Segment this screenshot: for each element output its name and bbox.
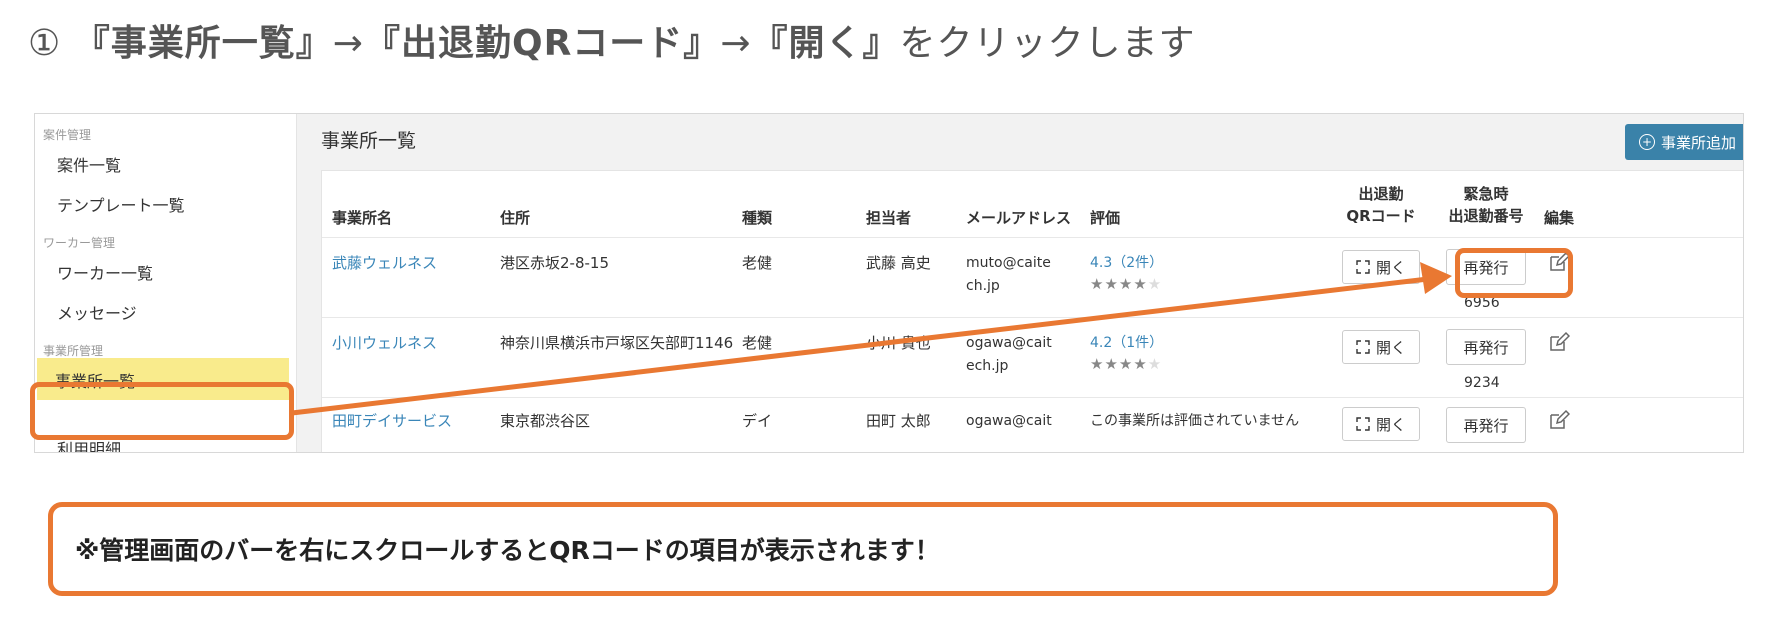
add-office-label: 事業所追加	[1661, 133, 1737, 152]
column-header-rating: 評価	[1090, 209, 1121, 227]
reissue-label: 再発行	[1463, 416, 1509, 435]
open-qr-label: 開く	[1375, 338, 1406, 357]
office-name-link[interactable]: 武藤ウェルネス	[332, 251, 437, 275]
open-qr-label: 開く	[1375, 415, 1406, 434]
instruction-heading: ① 『事業所一覧』→『出退勤QRコード』→『開く』をクリックします	[28, 14, 1196, 66]
quote-close: 』	[683, 23, 721, 64]
address-cell: 東京都渋谷区	[500, 412, 591, 430]
rating-stars: ★★★★★	[1090, 355, 1162, 373]
sidebar-item-project-list[interactable]: 案件一覧	[57, 152, 121, 176]
sidebar-item-template-list[interactable]: テンプレート一覧	[57, 192, 185, 216]
sidebar-section-projects: 案件管理	[43, 128, 92, 142]
row-divider	[322, 317, 1743, 318]
column-header-emergency-line1: 緊急時	[1463, 185, 1509, 203]
star-empty-icon: ★	[1147, 355, 1163, 373]
expand-icon	[1356, 340, 1370, 354]
open-qr-button[interactable]: 開く	[1342, 407, 1420, 441]
person-cell: 田町 太郎	[866, 412, 931, 430]
reissue-label: 再発行	[1463, 338, 1509, 357]
email-cell-line1: muto@caite	[966, 255, 1051, 271]
arrow-glyph: →	[720, 23, 752, 64]
sidebar-item-messages[interactable]: メッセージ	[57, 300, 137, 324]
email-cell-line1: ogawa@cait	[966, 335, 1052, 351]
open-qr-label: 開く	[1375, 258, 1406, 277]
star-icon: ★★★★	[1090, 275, 1148, 293]
column-header-qr-line2: QRコード	[1346, 207, 1416, 225]
step-target-qr-code: 出退勤QRコード	[400, 23, 684, 64]
quote-open: 『	[73, 23, 111, 64]
highlight-open-button	[1455, 248, 1573, 298]
emergency-number: 9234	[1464, 375, 1500, 391]
column-header-person: 担当者	[866, 209, 912, 227]
sidebar-item-worker-list[interactable]: ワーカー一覧	[57, 260, 153, 284]
column-header-email: メールアドレス	[966, 209, 1072, 227]
quote-open: 『	[363, 23, 401, 64]
office-name-link[interactable]: 田町デイサービス	[332, 409, 452, 433]
open-qr-button[interactable]: 開く	[1342, 250, 1420, 284]
column-header-qr-line1: 出退勤	[1358, 185, 1404, 203]
reissue-button[interactable]: 再発行	[1446, 407, 1526, 443]
expand-icon	[1356, 417, 1370, 431]
expand-icon	[1356, 260, 1370, 274]
sidebar-section-offices: 事業所管理	[43, 344, 104, 358]
email-cell-line1: ogawa@cait	[966, 413, 1052, 429]
column-header-emergency-line2: 出退勤番号	[1448, 207, 1524, 225]
star-empty-icon: ★	[1147, 275, 1163, 293]
person-cell: 小川 貴也	[866, 334, 931, 352]
row-divider	[322, 397, 1743, 398]
quote-close: 』	[862, 23, 900, 64]
type-cell: 老健	[742, 254, 773, 272]
step-target-office-list: 事業所一覧	[110, 23, 296, 64]
sidebar-section-workers: ワーカー管理	[43, 236, 116, 250]
instruction-suffix: をクリックします	[899, 23, 1196, 64]
rating-link[interactable]: 4.2（1件）	[1090, 331, 1163, 355]
rating-cell: この事業所は評価されていません	[1090, 413, 1300, 429]
edit-icon[interactable]	[1548, 331, 1570, 353]
column-header-type: 種類	[742, 209, 773, 227]
star-icon: ★★★★	[1090, 355, 1148, 373]
column-header-name: 事業所名	[332, 209, 393, 227]
office-table: 事業所名 住所 種類 担当者 メールアドレス 評価 出退勤 QRコード 緊急時 …	[321, 170, 1743, 452]
arrow-glyph: →	[332, 23, 364, 64]
highlight-office-list	[30, 382, 294, 440]
row-divider	[322, 237, 1743, 238]
address-cell: 港区赤坂2-8-15	[500, 254, 609, 272]
plus-circle-icon: +	[1639, 134, 1655, 150]
add-office-button[interactable]: + 事業所追加	[1625, 124, 1743, 160]
type-cell: デイ	[742, 412, 773, 430]
type-cell: 老健	[742, 334, 773, 352]
rating-stars: ★★★★★	[1090, 275, 1162, 293]
page-title: 事業所一覧	[321, 130, 417, 152]
step-number: ①	[28, 23, 62, 64]
open-qr-button[interactable]: 開く	[1342, 330, 1420, 364]
column-header-emergency: 緊急時 出退勤番号	[1438, 183, 1534, 227]
address-cell: 神奈川県横浜市戸塚区矢部町1146	[500, 334, 734, 352]
edit-icon[interactable]	[1548, 409, 1570, 431]
note-text: ※管理画面のバーを右にスクロールするとQRコードの項目が表示されます！	[75, 536, 940, 565]
quote-close: 』	[295, 23, 333, 64]
email-cell-line2: ch.jp	[966, 278, 1000, 294]
step-target-open: 開く	[788, 23, 863, 64]
person-cell: 武藤 高史	[866, 254, 931, 272]
office-name-link[interactable]: 小川ウェルネス	[332, 331, 437, 355]
email-cell-line2: ech.jp	[966, 358, 1009, 374]
reissue-button[interactable]: 再発行	[1446, 329, 1526, 365]
column-header-address: 住所	[500, 209, 531, 227]
column-header-edit: 編集	[1544, 209, 1575, 227]
rating-link[interactable]: 4.3（2件）	[1090, 251, 1163, 275]
quote-open: 『	[751, 23, 789, 64]
column-header-qr: 出退勤 QRコード	[1336, 183, 1426, 227]
note-box: ※管理画面のバーを右にスクロールするとQRコードの項目が表示されます！	[48, 502, 1558, 596]
